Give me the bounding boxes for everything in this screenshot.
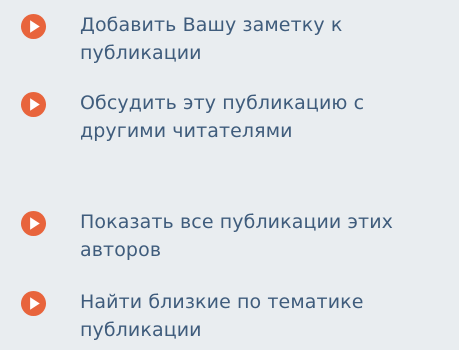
play-arrow-icon bbox=[20, 210, 47, 237]
add-note-label[interactable]: Добавить Вашу заметку к публикации bbox=[80, 11, 456, 67]
play-arrow-icon bbox=[20, 13, 47, 40]
add-note-link[interactable]: Добавить Вашу заметку к публикации bbox=[20, 11, 459, 67]
find-similar-publications-link[interactable]: Найти близкие по тематике публикации bbox=[20, 288, 459, 344]
publication-actions-list: Добавить Вашу заметку к публикации Обсуд… bbox=[0, 0, 459, 350]
discuss-publication-label[interactable]: Обсудить эту публикацию с другими читате… bbox=[80, 89, 456, 145]
show-author-publications-label[interactable]: Показать все публикации этих авторов bbox=[80, 208, 456, 264]
find-similar-publications-label[interactable]: Найти близкие по тематике публикации bbox=[80, 288, 456, 344]
play-arrow-icon bbox=[20, 91, 47, 118]
play-arrow-icon bbox=[20, 290, 47, 317]
discuss-publication-link[interactable]: Обсудить эту публикацию с другими читате… bbox=[20, 89, 459, 145]
show-author-publications-link[interactable]: Показать все публикации этих авторов bbox=[20, 208, 459, 264]
